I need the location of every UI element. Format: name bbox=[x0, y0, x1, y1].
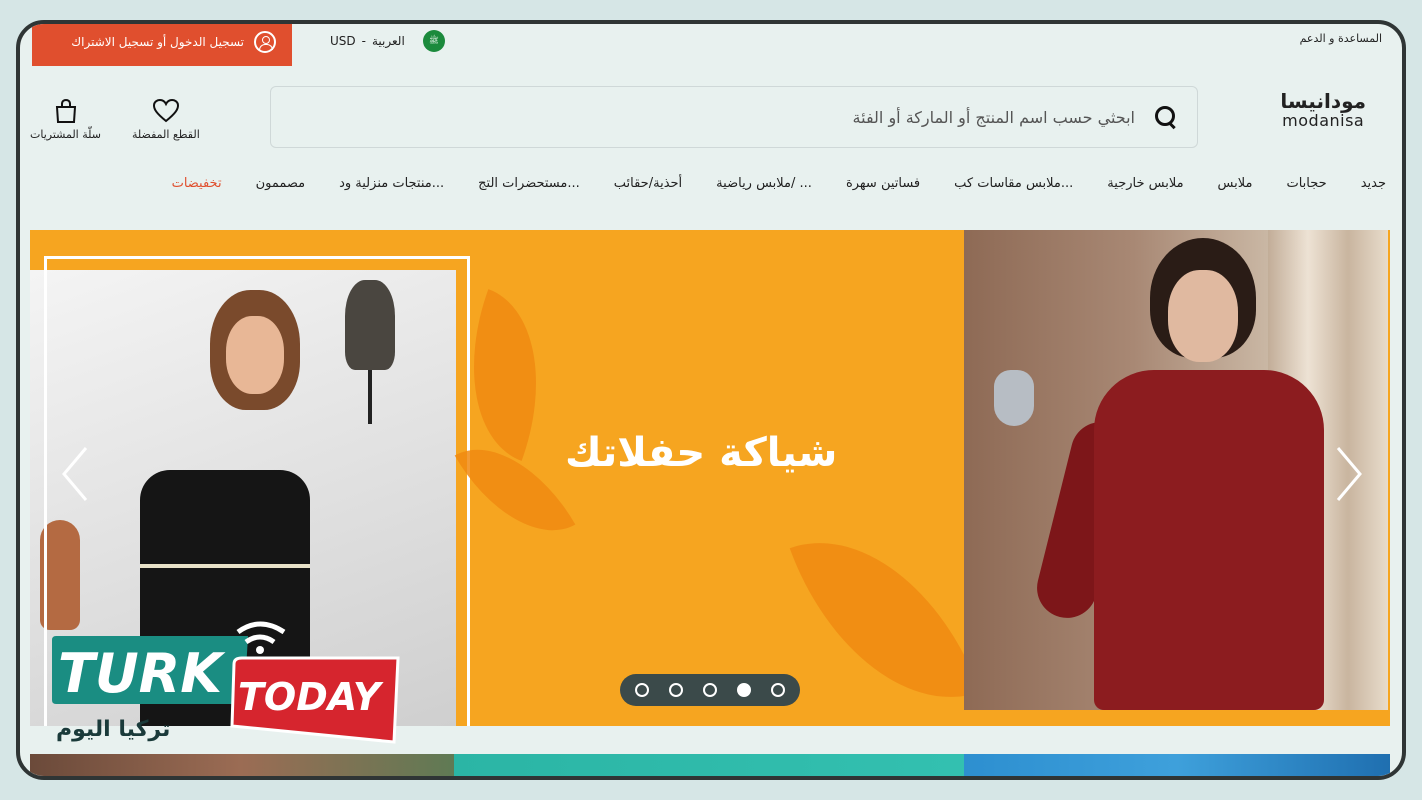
carousel-pagination bbox=[620, 674, 800, 706]
leaf-decor bbox=[789, 503, 981, 726]
nav-item-plus-size[interactable]: ملابس مقاسات كب... bbox=[937, 176, 1090, 191]
nav-item-cosmetics[interactable]: مستحضرات التج... bbox=[461, 176, 597, 191]
watermark-brand-2: TODAY bbox=[238, 675, 384, 719]
nav-item-hijabs[interactable]: حجابات bbox=[1269, 176, 1343, 191]
heart-icon bbox=[152, 98, 179, 123]
promo-tiles-row bbox=[30, 754, 1390, 776]
carousel-next-arrow-icon[interactable] bbox=[1334, 444, 1364, 504]
hero-right-photo bbox=[964, 230, 1388, 710]
search-icon[interactable] bbox=[1153, 105, 1177, 129]
turk-today-watermark: TURK TODAY تركيا اليوم bbox=[52, 621, 400, 744]
watermark-brand-1: TURK bbox=[58, 642, 226, 705]
nav-item-new[interactable]: جديد bbox=[1344, 176, 1386, 191]
watermark-arabic: تركيا اليوم bbox=[56, 717, 170, 742]
hero-headline: شياكة حفلاتك bbox=[565, 430, 838, 476]
login-signup-button[interactable]: تسجيل الدخول أو تسجيل الاشتراك bbox=[32, 24, 292, 66]
cart-label: سلّة المشتريات bbox=[30, 128, 101, 141]
promo-tile[interactable] bbox=[964, 754, 1390, 776]
promo-tile[interactable] bbox=[454, 754, 964, 776]
nav-item-shoes-bags[interactable]: أحذية/حقائب bbox=[597, 176, 699, 191]
nav-item-designers[interactable]: مصممون bbox=[239, 176, 323, 191]
language-label: العربية bbox=[371, 34, 405, 48]
cart-button[interactable]: سلّة المشتريات bbox=[30, 98, 101, 141]
model-red-gown bbox=[1094, 370, 1324, 710]
favorites-label: القطع المفضلة bbox=[132, 128, 200, 141]
favorites-button[interactable]: القطع المفضلة bbox=[132, 98, 200, 141]
carousel-dot[interactable] bbox=[771, 683, 785, 697]
login-label: تسجيل الدخول أو تسجيل الاشتراك bbox=[71, 35, 244, 49]
carousel-dot-active[interactable] bbox=[737, 683, 751, 697]
carousel-dot[interactable] bbox=[635, 683, 649, 697]
nav-item-home[interactable]: منتجات منزلية ود... bbox=[322, 176, 461, 191]
search-placeholder: ابحثي حسب اسم المنتج أو الماركة أو الفئة bbox=[852, 107, 1135, 127]
saudi-flag-icon: ﷺ bbox=[422, 30, 445, 52]
carousel-prev-arrow-icon[interactable] bbox=[60, 444, 90, 504]
locale-separator: - bbox=[361, 34, 366, 48]
help-support-link[interactable]: المساعدة و الدعم bbox=[1300, 32, 1382, 45]
shopping-bag-icon bbox=[55, 98, 76, 123]
user-icon bbox=[254, 31, 276, 53]
nav-item-outerwear[interactable]: ملابس خارجية bbox=[1090, 176, 1200, 191]
currency-label: USD bbox=[330, 34, 356, 48]
category-nav: جديد حجابات ملابس ملابس خارجية ملابس مقا… bbox=[155, 176, 1386, 191]
search-bar[interactable]: ابحثي حسب اسم المنتج أو الماركة أو الفئة bbox=[270, 86, 1198, 148]
nav-item-sportswear[interactable]: ملابس رياضية/ ... bbox=[699, 176, 829, 191]
nav-item-clothing[interactable]: ملابس bbox=[1201, 176, 1270, 191]
logo-english: modanisa bbox=[1282, 111, 1365, 130]
modanisa-logo[interactable]: مودانيسا modanisa bbox=[1280, 90, 1366, 130]
carousel-dot[interactable] bbox=[669, 683, 683, 697]
model-face bbox=[1168, 270, 1238, 362]
wall-lamp-decor bbox=[994, 370, 1034, 426]
logo-arabic: مودانيسا bbox=[1280, 89, 1366, 113]
promo-tile[interactable] bbox=[30, 754, 454, 776]
nav-item-evening-dresses[interactable]: فساتين سهرة bbox=[829, 176, 937, 191]
locale-selector[interactable]: USD - العربية ﷺ bbox=[330, 30, 445, 52]
nav-item-sale[interactable]: تخفيضات bbox=[155, 176, 239, 191]
carousel-dot[interactable] bbox=[703, 683, 717, 697]
